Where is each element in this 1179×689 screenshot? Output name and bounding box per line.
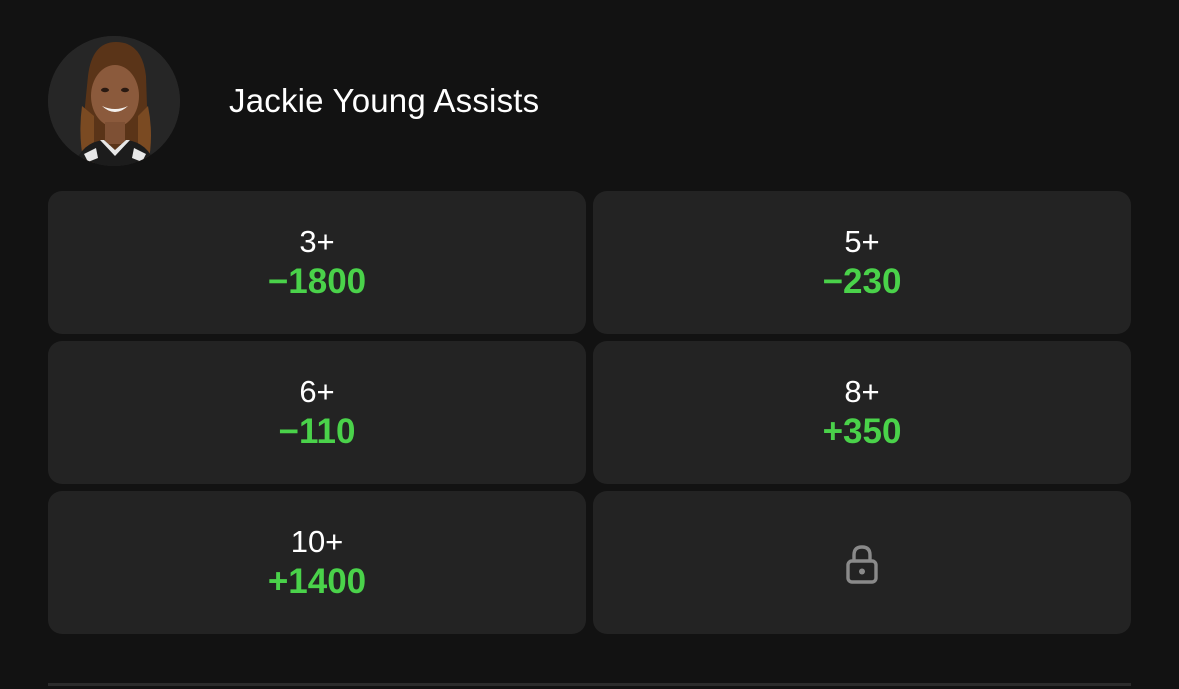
odds-option-6-plus[interactable]: 6+ −110 xyxy=(48,341,586,484)
odds-option-5-plus[interactable]: 5+ −230 xyxy=(593,191,1131,334)
option-odds: +350 xyxy=(822,411,902,451)
player-headshot-icon xyxy=(48,36,180,166)
option-line: 8+ xyxy=(844,373,880,409)
odds-option-3-plus[interactable]: 3+ −1800 xyxy=(48,191,586,334)
market-title: Jackie Young Assists xyxy=(229,82,540,119)
option-odds: +1400 xyxy=(267,561,367,601)
odds-option-8-plus[interactable]: 8+ +350 xyxy=(593,341,1131,484)
option-odds: −110 xyxy=(278,411,356,451)
option-line: 5+ xyxy=(844,223,880,259)
option-line: 3+ xyxy=(299,223,335,259)
option-line: 10+ xyxy=(290,523,344,559)
section-divider xyxy=(48,683,1131,686)
option-odds: −230 xyxy=(822,261,902,301)
lock-icon xyxy=(846,544,878,584)
option-odds: −1800 xyxy=(267,261,367,301)
player-avatar xyxy=(48,36,180,166)
market-header: Jackie Young Assists xyxy=(48,36,539,166)
odds-grid: 3+ −1800 5+ −230 6+ −110 8+ +350 10+ +14… xyxy=(48,191,1131,634)
odds-option-10-plus[interactable]: 10+ +1400 xyxy=(48,491,586,634)
option-line: 6+ xyxy=(299,373,335,409)
player-prop-card: Jackie Young Assists 3+ −1800 5+ −230 6+… xyxy=(0,0,1179,689)
locked-option xyxy=(593,491,1131,634)
